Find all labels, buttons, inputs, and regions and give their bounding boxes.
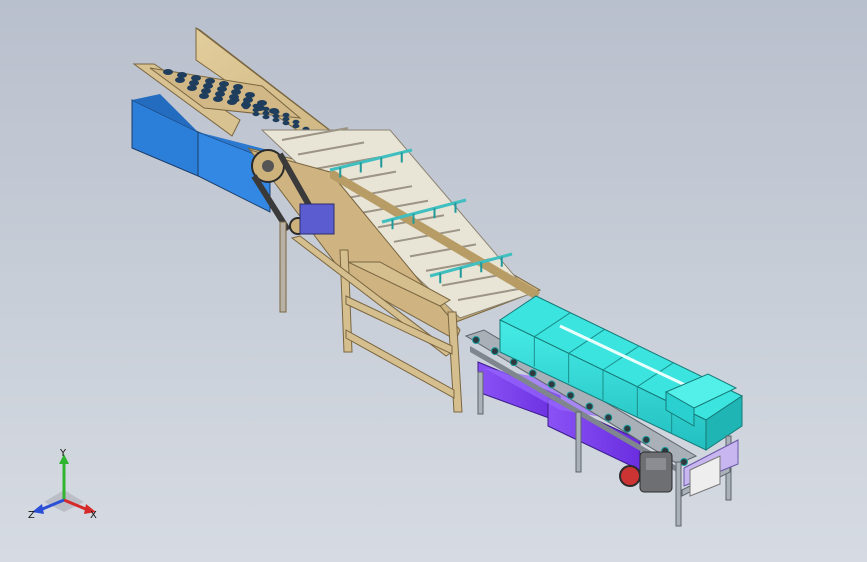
roller [472,336,480,344]
roller [566,391,575,400]
tray-hole [242,104,250,110]
tray-hole [292,123,300,129]
tray-hole [282,120,290,126]
tray-hole [163,69,173,75]
roller [528,369,537,378]
tray-hole [215,91,225,97]
tray-hole [272,117,280,123]
tray-hole [177,72,187,78]
tray-hole [272,109,280,115]
tray-hole [262,114,270,120]
tray-hole [232,97,240,103]
tray-hole [213,96,223,102]
tray-hole [175,77,185,83]
roller [623,424,632,433]
tray-hole [282,116,290,122]
orientation-triad[interactable]: Y X Z [26,448,102,524]
roller [547,380,556,389]
tray-hole [245,92,255,98]
tray-hole [199,93,209,99]
tray-hole [262,110,270,116]
tray-hole [262,106,270,112]
tray-hole [203,83,213,89]
tray-hole [252,103,260,109]
tray-hole [233,84,243,90]
roller [490,347,499,356]
tray-hole [205,78,215,84]
roller [680,458,688,466]
tray-hole [219,81,229,87]
z-axis-label: Z [28,510,35,521]
tray-hole [231,89,241,95]
tray-hole [292,119,300,125]
tray-hole [252,107,260,113]
roller [585,402,594,411]
drive-motor [299,203,335,235]
roller [642,435,651,444]
tray-hole [252,111,260,117]
y-axis-label: Y [59,448,67,459]
tray-hole [217,86,227,92]
conveyor-machine-model[interactable] [0,0,867,562]
tray-hole [189,80,199,86]
tray-hole [282,112,290,118]
tray-hole [272,113,280,119]
tray-hole [191,75,201,81]
x-axis-label: X [90,510,97,521]
tray-hole [201,88,211,94]
roller [604,413,613,422]
tray-hole [242,100,250,106]
cad-viewport[interactable]: Y X Z [0,0,867,562]
tray-hole [187,85,197,91]
